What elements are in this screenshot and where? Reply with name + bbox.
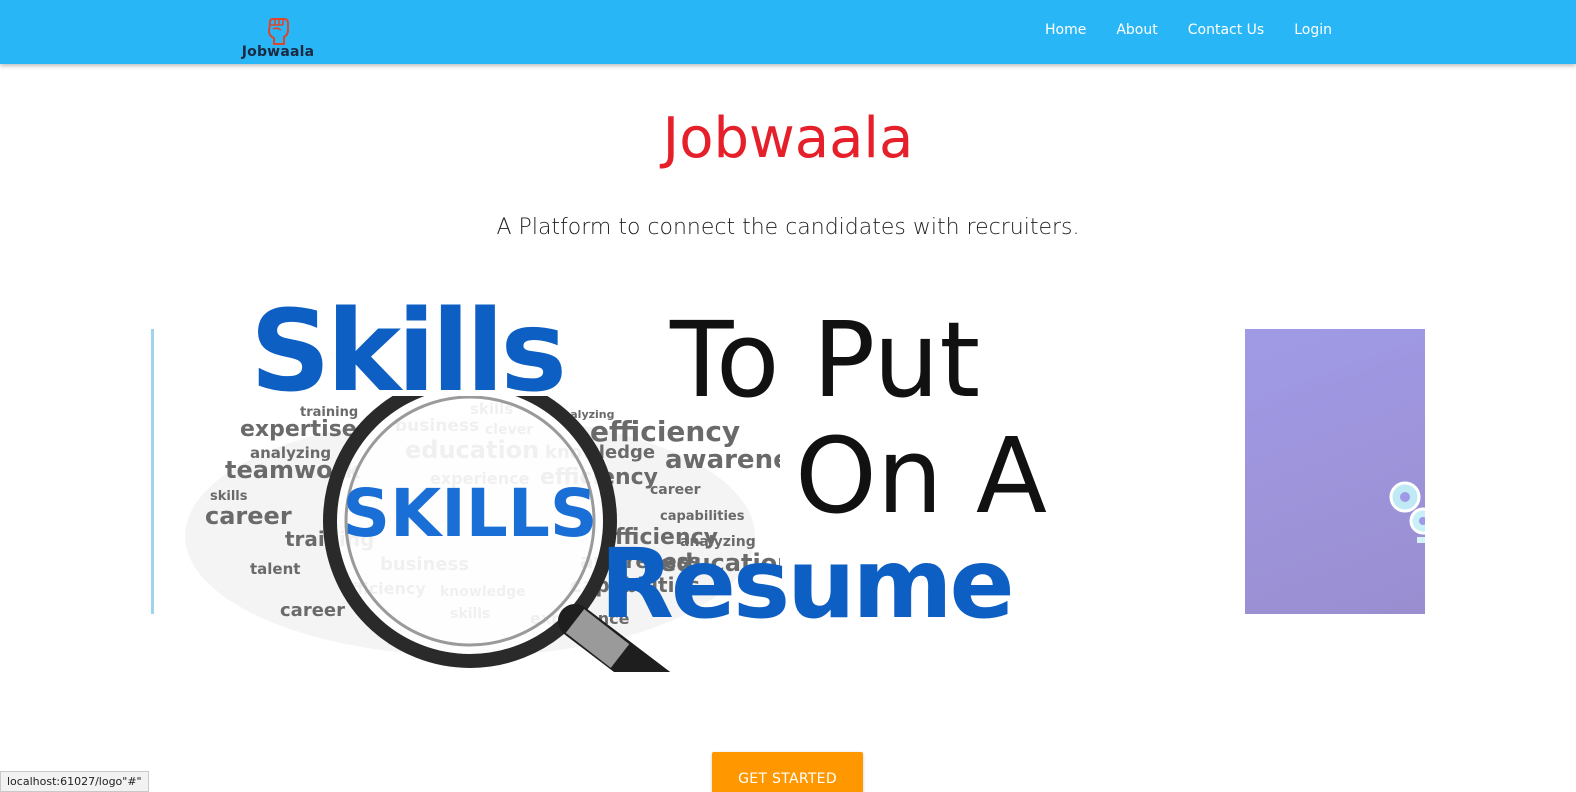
cloud-word: career [280, 600, 345, 621]
main-nav: Home About Contact Us Login [1045, 22, 1332, 38]
nav-link-home[interactable]: Home [1045, 22, 1086, 38]
nav-link-about[interactable]: About [1116, 22, 1157, 38]
cloud-word: expertise [240, 417, 357, 442]
fist-logo-icon [267, 18, 289, 45]
carousel-prev-slide-edge[interactable] [151, 329, 154, 614]
cloud-word: career [650, 482, 701, 498]
cloud-word: awareness [665, 445, 780, 475]
browser-status-bar: localhost:61027/logo"#" [0, 771, 149, 792]
brand-logo-link[interactable]: Jobwaala [238, 14, 318, 64]
carousel-next-slide[interactable] [1245, 329, 1425, 614]
nav-link-contact-us[interactable]: Contact Us [1188, 22, 1264, 38]
hero-title: Jobwaala [662, 106, 914, 171]
top-navbar: Jobwaala Home About Contact Us Login [0, 0, 1576, 64]
get-started-button[interactable]: GET STARTED [712, 752, 863, 792]
carousel-active-slide[interactable]: trainingskillsanalyzingexpertisebusiness… [180, 296, 1160, 672]
magnifier-word: SKILLS [343, 475, 598, 552]
cloud-word: capabilities [660, 509, 745, 524]
brand-name: Jobwaala [241, 44, 315, 60]
slide-heading-resume: Resume [600, 528, 1015, 640]
hero-subtitle: A Platform to connect the candidates wit… [496, 215, 1080, 240]
nav-link-login[interactable]: Login [1294, 22, 1332, 38]
slide-heading-on-a: On A [795, 415, 1047, 537]
cloud-word: talent [250, 560, 300, 578]
gear-icon [1389, 481, 1425, 543]
slide-heading-skills: Skills [250, 287, 567, 417]
cloud-word: career [205, 502, 292, 530]
slide-heading-to-put: To Put [670, 299, 981, 421]
